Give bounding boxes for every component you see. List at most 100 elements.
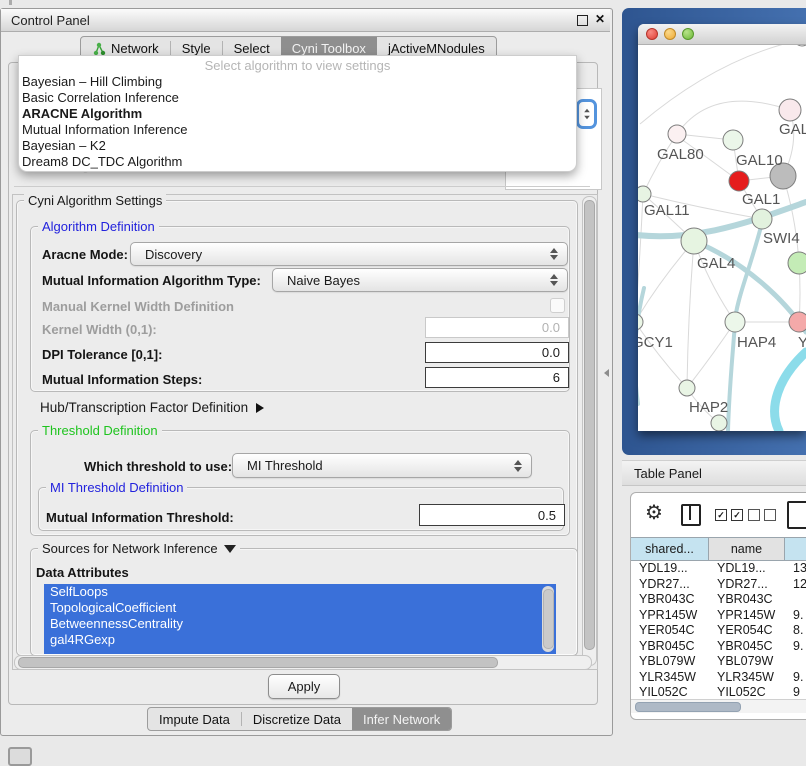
unchecked-boxes-icon[interactable] <box>748 509 776 521</box>
close-icon[interactable]: ✕ <box>595 12 605 26</box>
popup-item[interactable]: Mutual Information Inference <box>19 122 576 138</box>
table-row[interactable]: YBL079WYBL079W <box>631 654 806 670</box>
node-label: GAL <box>779 121 806 138</box>
popup-placeholder: Select algorithm to view settings <box>19 58 576 74</box>
close-traffic-light[interactable] <box>646 28 658 40</box>
manual-kernel-width-checkbox[interactable] <box>550 298 565 313</box>
control-panel-titlebar: Control Panel ✕ <box>1 9 610 32</box>
scrollbar-thumb[interactable] <box>635 702 741 712</box>
table-panel-titlebar: Table Panel <box>622 460 806 486</box>
node-gal10[interactable] <box>723 130 743 150</box>
table-row[interactable]: YBR045CYBR045C9. <box>631 639 806 655</box>
table-row[interactable]: YLR345WYLR345W9. <box>631 670 806 686</box>
zoom-traffic-light[interactable] <box>682 28 694 40</box>
node-salmon[interactable] <box>789 312 806 332</box>
aracne-mode-select[interactable]: Discovery <box>130 242 568 266</box>
split-columns-icon[interactable] <box>681 504 701 526</box>
apply-button[interactable]: Apply <box>268 674 340 699</box>
which-threshold-select[interactable]: MI Threshold <box>232 453 532 478</box>
node-label: GAL4 <box>697 255 735 272</box>
list-item[interactable]: TopologicalCoefficient <box>44 600 556 616</box>
data-attributes-list: SelfLoops TopologicalCoefficient Between… <box>44 584 556 654</box>
hub-definition-toggle[interactable]: Hub/Transcription Factor Definition <box>40 400 264 415</box>
table-row[interactable]: YBR043CYBR043C <box>631 592 806 608</box>
stepper-up-icon <box>584 109 590 113</box>
column-header[interactable]: shared... <box>631 538 709 560</box>
table-row[interactable]: YIL052CYIL052C9 <box>631 685 806 698</box>
node-gal4[interactable] <box>681 228 707 254</box>
table-toolbar: ⚙ ✓ ✓ <box>631 493 806 536</box>
node-gcy1[interactable] <box>638 314 643 330</box>
checked-boxes-icon[interactable]: ✓ ✓ <box>715 509 743 521</box>
mi-threshold-label: Mutual Information Threshold: <box>46 510 234 525</box>
kernel-width-input[interactable]: 0.0 <box>425 317 569 338</box>
divider-line <box>14 186 590 187</box>
attributes-list-scrollbar[interactable] <box>542 586 554 652</box>
popup-item[interactable]: Bayesian – Hill Climbing <box>19 74 576 90</box>
popup-item[interactable]: Bayesian – K2 <box>19 138 576 154</box>
table-row[interactable]: YER054CYER054C8. <box>631 623 806 639</box>
node-swi4[interactable] <box>752 209 772 229</box>
dpi-tolerance-input[interactable]: 0.0 <box>425 342 569 363</box>
list-item[interactable]: gal4RGexp <box>44 632 556 648</box>
stepper-icon <box>514 460 522 472</box>
scrollbar-thumb[interactable] <box>584 200 595 650</box>
node-hap2[interactable] <box>679 380 695 396</box>
minimize-traffic-light[interactable] <box>664 28 676 40</box>
scrollbar-thumb[interactable] <box>18 657 498 668</box>
mi-steps-label: Mutual Information Steps: <box>42 372 202 387</box>
document-icon[interactable] <box>787 501 806 529</box>
table-horizontal-scrollbar[interactable] <box>631 699 806 713</box>
stepper-down-icon <box>584 116 590 120</box>
group-title: MI Threshold Definition <box>46 480 187 495</box>
node-label: GAL10 <box>736 152 783 169</box>
node-label: GAL1 <box>742 191 780 208</box>
table-rows: YDL19...YDL19...13 YDR27...YDR27...12 YB… <box>631 561 806 698</box>
bottom-left-button-fragment[interactable] <box>8 747 32 766</box>
node-bottom[interactable] <box>711 415 727 431</box>
float-window-icon[interactable] <box>577 15 588 26</box>
mi-algorithm-type-select[interactable]: Naive Bayes <box>272 268 568 292</box>
scrollbar-thumb[interactable] <box>543 589 554 649</box>
node-gal80[interactable] <box>668 125 686 143</box>
data-attributes-label: Data Attributes <box>36 565 129 580</box>
node-green-right[interactable] <box>788 252 806 274</box>
list-item[interactable]: SelfLoops <box>44 584 556 600</box>
control-panel-title: Control Panel <box>1 13 90 28</box>
network-window-titlebar <box>638 24 806 45</box>
tab-impute-data[interactable]: Impute Data <box>148 708 241 730</box>
tab-infer-network[interactable]: Infer Network <box>352 708 451 730</box>
panel-splitter-handle[interactable] <box>604 369 609 377</box>
node-label: HAP4 <box>737 334 776 351</box>
settings-horizontal-scrollbar[interactable] <box>14 655 592 670</box>
stepper-icon <box>550 248 558 260</box>
node-label: HAP2 <box>689 399 728 416</box>
popup-item[interactable]: Basic Correlation Inference <box>19 90 576 106</box>
table-header-row: shared... name <box>631 537 806 561</box>
mi-steps-input[interactable]: 6 <box>425 367 569 388</box>
node-hap4[interactable] <box>725 312 745 332</box>
popup-item[interactable]: Dream8 DC_TDC Algorithm <box>19 154 576 170</box>
list-item[interactable]: BetweennessCentrality <box>44 616 556 632</box>
collapse-down-icon <box>224 545 236 553</box>
node-gal-top[interactable] <box>779 99 801 121</box>
popup-item-selected[interactable]: ARACNE Algorithm <box>19 106 576 122</box>
top-edge-fragment <box>9 0 12 5</box>
group-title: Cyni Algorithm Settings <box>24 193 166 208</box>
table-panel-title: Table Panel <box>634 466 702 481</box>
node-top-outline[interactable] <box>794 45 806 46</box>
table-row[interactable]: YPR145WYPR145W9. <box>631 608 806 624</box>
obscured-combo-stepper[interactable] <box>576 99 597 129</box>
settings-vertical-scrollbar[interactable] <box>582 196 597 666</box>
gear-icon[interactable]: ⚙ <box>645 500 663 525</box>
node-gal1[interactable] <box>729 171 749 191</box>
node-gal11[interactable] <box>638 186 651 202</box>
tab-discretize-data[interactable]: Discretize Data <box>242 708 352 730</box>
table-row[interactable]: YDL19...YDL19...13 <box>631 561 806 577</box>
column-header[interactable]: name <box>709 538 785 560</box>
mi-threshold-input[interactable]: 0.5 <box>419 504 565 526</box>
column-header[interactable] <box>785 538 806 560</box>
table-row[interactable]: YDR27...YDR27...12 <box>631 577 806 593</box>
network-canvas[interactable]: GAL GAL80 GAL10 GAL1 GAL11 SWI4 GAL4 GCY… <box>638 45 806 431</box>
group-title-row[interactable]: Sources for Network Inference <box>38 541 240 556</box>
